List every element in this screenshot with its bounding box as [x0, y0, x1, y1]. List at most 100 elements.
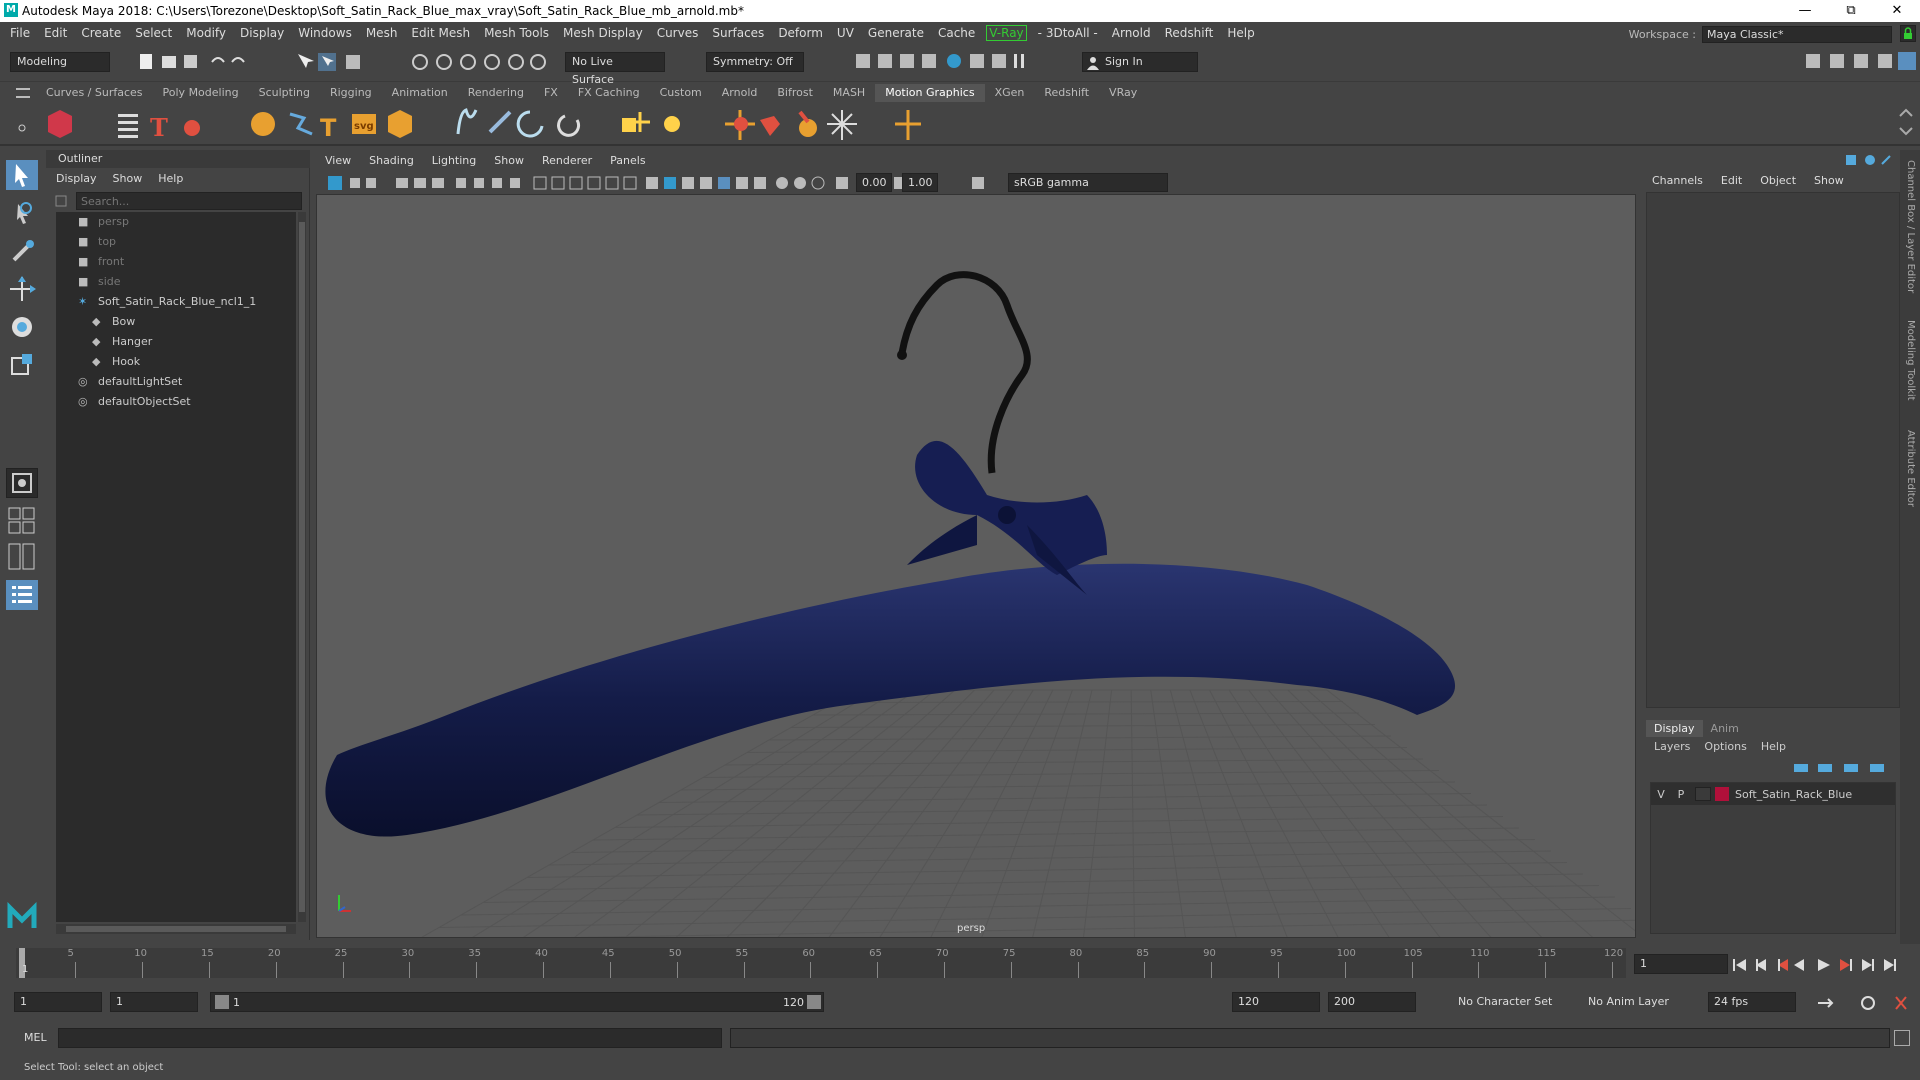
outliner-menu-help[interactable]: Help [158, 172, 183, 185]
shelf-tab-animation[interactable]: Animation [382, 84, 458, 102]
outliner-item[interactable]: ■ persp [66, 212, 129, 232]
outliner-menu-display[interactable]: Display [56, 172, 97, 185]
outliner-scrollbar[interactable] [298, 212, 306, 922]
layer-playback-toggle[interactable]: P [1671, 788, 1691, 801]
layer-tab-anim[interactable]: Anim [1703, 720, 1747, 737]
shelf-tab-redshift[interactable]: Redshift [1034, 84, 1099, 102]
menu-generate[interactable]: Generate [861, 22, 931, 44]
shelf-tab-mash[interactable]: MASH [823, 84, 875, 102]
paint-select-icon[interactable] [6, 236, 38, 266]
viewport-menu-view[interactable]: View [316, 150, 360, 172]
layer-toolbar-icons[interactable] [1792, 760, 1896, 776]
channel-menu-edit[interactable]: Edit [1721, 174, 1742, 187]
range-slider-end-handle[interactable] [807, 995, 821, 1009]
menu-uv[interactable]: UV [830, 22, 861, 44]
live-surface-field[interactable]: No Live Surface [565, 52, 665, 86]
viewport-menu-shading[interactable]: Shading [360, 150, 423, 172]
layer-type-toggle[interactable] [1695, 787, 1711, 801]
restore-icon[interactable]: ⧉ [1828, 0, 1874, 22]
menu-mesh-tools[interactable]: Mesh Tools [477, 22, 556, 44]
status-line-icons[interactable] [0, 44, 1920, 82]
outliner-item[interactable]: ◆ Bow [80, 312, 135, 332]
lasso-tool-icon[interactable] [6, 198, 38, 228]
menu-curves[interactable]: Curves [650, 22, 706, 44]
anim-end-field[interactable]: 200 [1328, 992, 1416, 1012]
anim-layer-dropdown[interactable]: No Anim Layer [1588, 995, 1669, 1008]
menu-cache[interactable]: Cache [931, 22, 982, 44]
outliner-item[interactable]: ■ top [66, 232, 116, 252]
select-tool-icon[interactable] [6, 160, 38, 190]
menu-display[interactable]: Display [233, 22, 291, 44]
shelf-tab-poly-modeling[interactable]: Poly Modeling [153, 84, 249, 102]
layer-color-swatch[interactable] [1715, 787, 1729, 801]
menu-file[interactable]: File [3, 22, 37, 44]
shelf-tab-bifrost[interactable]: Bifrost [767, 84, 823, 102]
layer-visibility-toggle[interactable]: V [1651, 788, 1671, 801]
channel-menu-channels[interactable]: Channels [1652, 174, 1703, 187]
shelf-tab-xgen[interactable]: XGen [985, 84, 1035, 102]
layer-menu-help[interactable]: Help [1761, 740, 1786, 753]
script-editor-icon[interactable] [1894, 1030, 1910, 1046]
four-view-icon[interactable] [6, 506, 38, 536]
viewport-menu-lighting[interactable]: Lighting [423, 150, 485, 172]
side-tab-modeling-toolkit[interactable]: Modeling Toolkit [1905, 320, 1916, 401]
colorspace-dropdown[interactable]: sRGB gamma [1008, 173, 1168, 192]
single-view-icon[interactable] [6, 468, 38, 498]
shelf-tab-arnold[interactable]: Arnold [712, 84, 768, 102]
outliner-item[interactable]: ◆ Hanger [80, 332, 152, 352]
channel-menu-show[interactable]: Show [1814, 174, 1844, 187]
outliner-hscrollbar[interactable] [56, 924, 296, 934]
menu-edit-mesh[interactable]: Edit Mesh [404, 22, 477, 44]
range-bar-icons[interactable] [1812, 994, 1912, 1012]
time-slider[interactable]: 1 5 10 15 20 25 30 35 40 45 50 55 60 65 70 75 80 85 90 95 1… [0, 944, 1920, 982]
layer-name[interactable]: Soft_Satin_Rack_Blue [1735, 788, 1852, 801]
range-slider[interactable]: 1 120 [210, 992, 824, 1012]
menu-mesh[interactable]: Mesh [359, 22, 405, 44]
close-icon[interactable]: ✕ [1874, 0, 1920, 22]
layer-menu-options[interactable]: Options [1704, 740, 1746, 753]
anim-start-field[interactable]: 1 [110, 992, 198, 1012]
3d-viewport[interactable]: persp [316, 194, 1636, 938]
menu2-item[interactable]: Help [1220, 22, 1261, 44]
layer-tab-display[interactable]: Display [1646, 720, 1703, 737]
menu-surfaces[interactable]: Surfaces [705, 22, 771, 44]
range-slider-start-handle[interactable] [215, 995, 229, 1009]
shelf-tab-custom[interactable]: Custom [650, 84, 712, 102]
start-time-field[interactable]: 1 [14, 992, 102, 1012]
menu2-item[interactable]: Arnold [1105, 22, 1158, 44]
menu-mesh-display[interactable]: Mesh Display [556, 22, 650, 44]
two-view-icon[interactable] [6, 542, 38, 572]
menu-create[interactable]: Create [74, 22, 128, 44]
outliner-search-input[interactable] [76, 192, 302, 210]
scale-tool-icon[interactable] [6, 350, 38, 380]
side-tab-attribute-editor[interactable]: Attribute Editor [1905, 430, 1916, 507]
time-slider-track[interactable]: 1 5 10 15 20 25 30 35 40 45 50 55 60 65 70 75 80 85 90 95 1… [16, 948, 1626, 978]
shelf-tab-sculpting[interactable]: Sculpting [249, 84, 320, 102]
current-frame-field[interactable]: 1 [1634, 954, 1728, 974]
menu-deform[interactable]: Deform [771, 22, 830, 44]
viewport-menu-renderer[interactable]: Renderer [533, 150, 601, 172]
shelf-tab-rendering[interactable]: Rendering [458, 84, 534, 102]
outliner-item[interactable]: ✶ Soft_Satin_Rack_Blue_ncl1_1 [66, 292, 256, 312]
playback-controls[interactable] [1730, 956, 1920, 974]
character-set-dropdown[interactable]: No Character Set [1458, 995, 1552, 1008]
channel-box-icons[interactable] [1836, 152, 1896, 168]
layer-row[interactable]: V P Soft_Satin_Rack_Blue [1651, 783, 1895, 805]
shelf-tab-fx-caching[interactable]: FX Caching [568, 84, 650, 102]
outliner-item[interactable]: ◎ defaultLightSet [66, 372, 182, 392]
outliner-menu-show[interactable]: Show [113, 172, 143, 185]
filter-icon[interactable] [54, 194, 72, 208]
move-tool-icon[interactable] [6, 274, 38, 304]
outliner-item[interactable]: ◎ defaultObjectSet [66, 392, 191, 412]
gamma-field[interactable]: 1.00 [902, 173, 938, 192]
menu-modify[interactable]: Modify [179, 22, 233, 44]
viewport-toolbar-icons[interactable] [316, 172, 1636, 194]
mel-label[interactable]: MEL [24, 1031, 47, 1044]
menu-windows[interactable]: Windows [291, 22, 359, 44]
menu2-item[interactable]: - 3DtoAll - [1031, 22, 1105, 44]
workspace-dropdown[interactable]: Maya Classic* [1702, 25, 1892, 43]
menu-vray[interactable]: V-Ray [986, 25, 1027, 41]
rotate-tool-icon[interactable] [6, 312, 38, 342]
command-input[interactable] [58, 1028, 722, 1048]
layer-menu-layers[interactable]: Layers [1654, 740, 1690, 753]
